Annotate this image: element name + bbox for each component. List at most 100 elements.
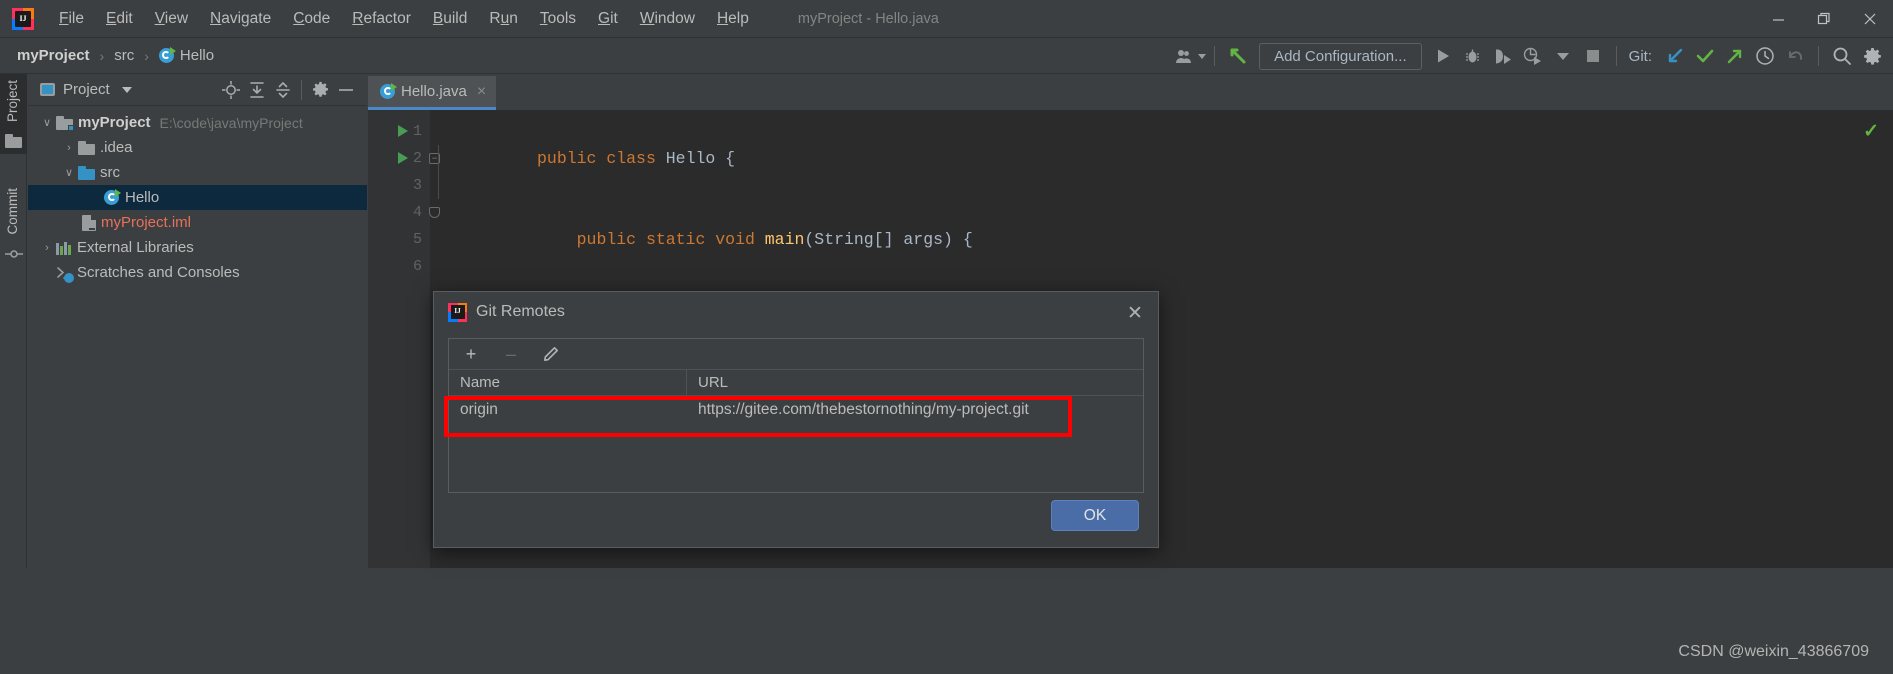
window-title: myProject - Hello.java <box>797 10 939 27</box>
run-icon[interactable] <box>1428 42 1458 70</box>
dialog-title-bar: IJ Git Remotes ✕ <box>434 292 1158 332</box>
locate-target-icon[interactable] <box>218 78 244 102</box>
module-folder-icon <box>56 115 74 131</box>
menu-item-tools[interactable]: Tools <box>529 8 587 30</box>
remotes-table-container: + – Name URL origin https://gitee.com/th… <box>448 338 1144 493</box>
menu-item-code[interactable]: Code <box>282 8 341 30</box>
settings-gear-icon[interactable] <box>307 78 333 102</box>
expand-all-icon[interactable] <box>244 78 270 102</box>
indent-guide <box>438 145 439 199</box>
tree-node-src[interactable]: ∨ src <box>28 160 367 185</box>
tree-node-myproject[interactable]: ∨ myProject E:\code\java\myProject <box>28 110 367 135</box>
inspection-status-badge[interactable]: ✓ <box>1863 120 1879 143</box>
menu-item-edit[interactable]: Edit <box>95 8 144 30</box>
toolbar-divider-2 <box>1615 46 1617 66</box>
close-icon[interactable]: ✕ <box>1122 300 1148 326</box>
tab-hello-java-label: Hello.java <box>401 83 467 100</box>
line-number: 1 <box>412 123 422 140</box>
hide-minus-icon[interactable] <box>333 78 359 102</box>
user-accounts-icon[interactable] <box>1176 42 1207 70</box>
project-panel-title: Project <box>63 81 110 98</box>
project-panel-header: Project <box>28 74 367 106</box>
git-push-icon[interactable] <box>1720 42 1750 70</box>
remove-remote-button[interactable]: – <box>501 344 521 364</box>
git-history-icon[interactable] <box>1750 42 1780 70</box>
gutter-line-1: 1 <box>368 118 430 145</box>
tool-window-stripe-left: Project Commit <box>0 74 27 568</box>
run-gutter-icon[interactable] <box>398 152 408 164</box>
tree-node-external-libraries[interactable]: › External Libraries <box>28 235 367 260</box>
chevron-down-icon[interactable] <box>121 86 132 93</box>
tree-path-myproject: E:\code\java\myProject <box>159 114 303 131</box>
collapse-all-icon[interactable] <box>270 78 296 102</box>
search-icon[interactable] <box>1827 42 1857 70</box>
watermark: CSDN @weixin_43866709 <box>1678 643 1869 660</box>
menu-item-view[interactable]: View <box>144 8 199 30</box>
intellij-logo-icon: IJ <box>448 302 467 322</box>
editor-gutter[interactable]: 1 2 − 3 4 5 6 <box>368 110 440 568</box>
tree-node-hello[interactable]: Hello <box>28 185 367 210</box>
project-window-icon <box>40 83 55 96</box>
breadcrumb-hello[interactable]: Hello <box>156 46 217 65</box>
git-update-icon[interactable] <box>1660 42 1690 70</box>
tree-label-external-libraries: External Libraries <box>77 239 194 256</box>
window-controls <box>1755 0 1893 38</box>
tree-node-scratches[interactable]: Scratches and Consoles <box>28 260 367 285</box>
chevron-down-icon[interactable] <box>1548 42 1578 70</box>
breadcrumb-project[interactable]: myProject <box>14 46 93 65</box>
column-header-name[interactable]: Name <box>449 370 687 395</box>
menu-item-navigate[interactable]: Navigate <box>199 8 282 30</box>
sidebar-item-commit[interactable]: Commit <box>0 182 27 267</box>
settings-gear-icon[interactable] <box>1857 42 1887 70</box>
sidebar-item-project[interactable]: Project <box>0 74 27 155</box>
cell-remote-name: origin <box>460 401 498 418</box>
chevron-right-icon[interactable]: › <box>60 142 78 154</box>
close-window-button[interactable] <box>1847 0 1893 38</box>
profile-icon[interactable] <box>1518 42 1548 70</box>
chevron-expanded-icon[interactable]: ∨ <box>38 116 56 129</box>
menu-item-help[interactable]: Help <box>706 8 760 30</box>
menu-item-window[interactable]: Window <box>629 8 706 30</box>
tree-node-myproject-iml[interactable]: myProject.iml <box>28 210 367 235</box>
breadcrumb-src[interactable]: src <box>111 46 137 65</box>
maximize-restore-button[interactable] <box>1801 0 1847 38</box>
menu-item-refactor[interactable]: Refactor <box>341 8 422 30</box>
java-class-icon <box>104 189 121 205</box>
code-line-2: public static void main(String[] args) { <box>576 230 973 249</box>
edit-remote-button[interactable] <box>541 344 561 364</box>
stop-icon[interactable] <box>1578 42 1608 70</box>
close-icon[interactable]: × <box>477 83 486 101</box>
menu-item-run[interactable]: Run <box>478 8 528 30</box>
tree-label-scratches: Scratches and Consoles <box>77 264 240 281</box>
project-tool-window: Project ∨ myProject E:\code\java\myProje… <box>28 74 367 568</box>
git-rollback-icon[interactable] <box>1780 42 1810 70</box>
debug-icon[interactable] <box>1458 42 1488 70</box>
tree-label-src: src <box>100 164 120 181</box>
menu-item-git[interactable]: Git <box>587 8 629 30</box>
minimize-button[interactable] <box>1755 0 1801 38</box>
tree-label-myproject-iml: myProject.iml <box>101 214 192 231</box>
tree-node-idea[interactable]: › .idea <box>28 135 367 160</box>
menu-item-build[interactable]: Build <box>422 8 478 30</box>
git-remotes-dialog: IJ Git Remotes ✕ + – Name URL origin htt… <box>433 291 1159 548</box>
scratches-icon <box>56 265 74 283</box>
line-number: 4 <box>412 204 422 221</box>
add-configuration-button[interactable]: Add Configuration... <box>1259 42 1422 70</box>
git-commit-icon[interactable] <box>1690 42 1720 70</box>
ok-button[interactable]: OK <box>1051 500 1139 531</box>
column-header-url[interactable]: URL <box>687 370 1143 395</box>
build-hammer-icon[interactable] <box>1223 42 1253 70</box>
tab-hello-java[interactable]: Hello.java × <box>368 76 497 110</box>
menu-item-file[interactable]: File <box>48 8 95 30</box>
java-class-icon <box>158 47 176 63</box>
fold-end-icon[interactable] <box>429 207 440 218</box>
line-number: 5 <box>412 231 422 248</box>
breadcrumb: myProject › src › Hello <box>14 46 217 65</box>
line-number: 6 <box>412 258 422 275</box>
run-gutter-icon[interactable] <box>398 125 408 137</box>
run-with-coverage-icon[interactable] <box>1488 42 1518 70</box>
chevron-right-icon[interactable]: › <box>38 242 56 254</box>
add-remote-button[interactable]: + <box>461 344 481 364</box>
chevron-expanded-icon[interactable]: ∨ <box>60 166 78 179</box>
table-row[interactable]: origin https://gitee.com/thebestornothin… <box>449 396 1143 424</box>
